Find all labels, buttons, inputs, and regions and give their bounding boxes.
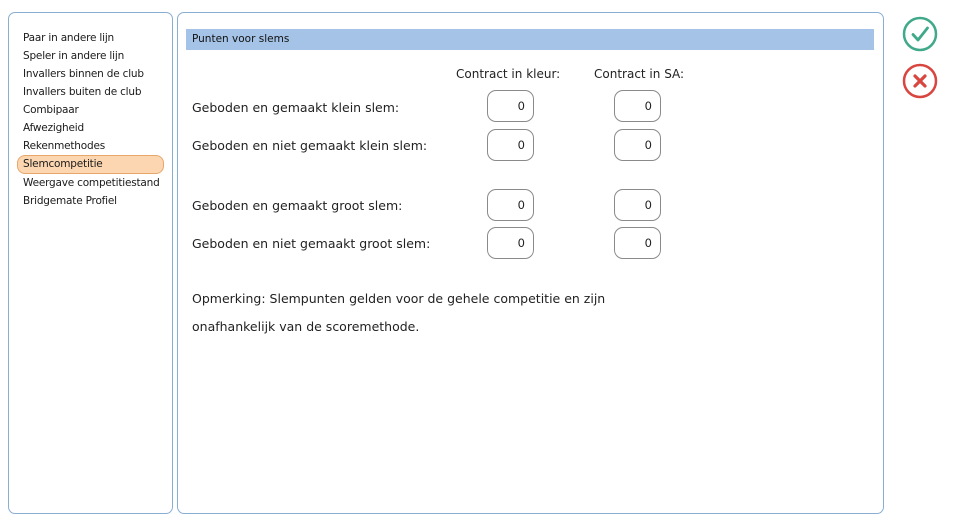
sidebar-item-afwezigheid[interactable]: Afwezigheid [17,119,164,137]
row-label-gemaakt-klein-slem: Geboden en gemaakt klein slem: [192,100,400,115]
settings-panel: Punten voor slems Contract in kleur: Con… [177,12,884,514]
sa-niet-gemaakt-klein-slem-input[interactable] [614,129,661,161]
row-label-niet-gemaakt-groot-slem: Geboden en niet gemaakt groot slem: [192,236,431,251]
sidebar-nav: Paar in andere lijn Speler in andere lij… [8,12,173,514]
kleur-gemaakt-groot-slem-input[interactable] [487,189,534,221]
note-line-2: onafhankelijk van de scoremethode. [192,319,420,334]
kleur-niet-gemaakt-groot-slem-input[interactable] [487,227,534,259]
column-header-sa: Contract in SA: [594,67,685,81]
x-icon [902,63,938,99]
sidebar-item-combipaar[interactable]: Combipaar [17,101,164,119]
sidebar-item-paar-in-andere-lijn[interactable]: Paar in andere lijn [17,29,164,47]
row-label-gemaakt-groot-slem: Geboden en gemaakt groot slem: [192,198,403,213]
sidebar-item-rekenmethodes[interactable]: Rekenmethodes [17,137,164,155]
row-label-niet-gemaakt-klein-slem: Geboden en niet gemaakt klein slem: [192,138,428,153]
note-line-1: Opmerking: Slempunten gelden voor de geh… [192,291,606,306]
sa-gemaakt-groot-slem-input[interactable] [614,189,661,221]
sa-niet-gemaakt-groot-slem-input[interactable] [614,227,661,259]
kleur-niet-gemaakt-klein-slem-input[interactable] [487,129,534,161]
cancel-button[interactable] [902,63,938,99]
sidebar-item-weergave-competitiestand[interactable]: Weergave competitiestand [17,174,164,192]
sidebar-item-speler-in-andere-lijn[interactable]: Speler in andere lijn [17,47,164,65]
section-title: Punten voor slems [186,29,874,50]
checkmark-icon [902,16,938,52]
sa-gemaakt-klein-slem-input[interactable] [614,90,661,122]
sidebar-item-bridgemate-profiel[interactable]: Bridgemate Profiel [17,192,164,210]
sidebar-item-invallers-binnen[interactable]: Invallers binnen de club [17,65,164,83]
sidebar-item-slemcompetitie[interactable]: Slemcompetitie [17,155,164,174]
confirm-button[interactable] [902,16,938,52]
sidebar-item-invallers-buiten[interactable]: Invallers buiten de club [17,83,164,101]
column-header-kleur: Contract in kleur: [456,67,561,81]
kleur-gemaakt-klein-slem-input[interactable] [487,90,534,122]
